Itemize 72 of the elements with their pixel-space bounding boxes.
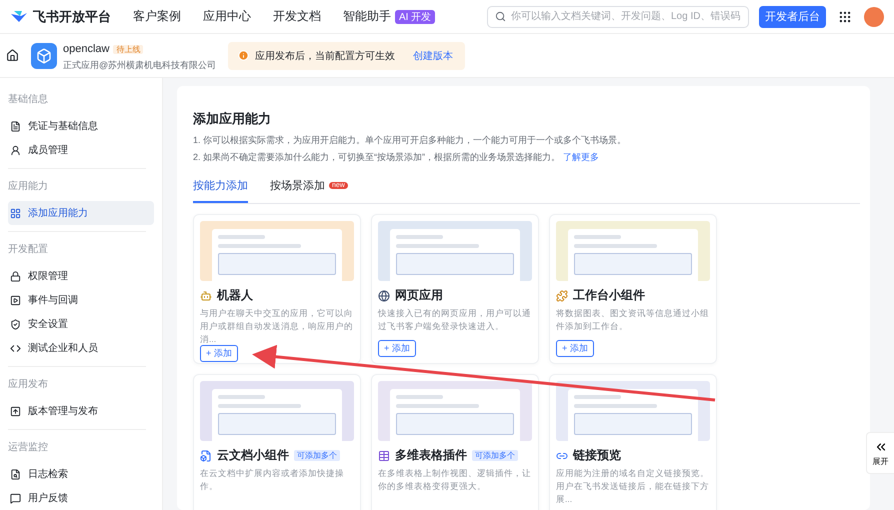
card-title: 机器人 [217, 287, 253, 304]
card-title: 云文档小组件 [217, 447, 289, 464]
tab[interactable]: 按能力添加 [193, 178, 248, 203]
home-icon[interactable] [6, 49, 19, 62]
capability-icon [200, 290, 212, 302]
capability-icon [556, 290, 568, 302]
card-description: 快速接入已有的网页应用，用户可以通过飞书客户端免登录快速进入。 [378, 307, 532, 332]
instruction-text: 1. 你可以根据实际需求，为应用开启能力。单个应用可开启多种能力，一个能力可用于一个或多个飞书场景。 [193, 134, 628, 147]
capability-icon [378, 290, 390, 302]
expand-button[interactable]: 展开 [866, 432, 894, 474]
sidebar-item[interactable]: 权限管理 [8, 264, 154, 288]
capability-icon [200, 450, 212, 462]
sidebar-item-icon [10, 406, 21, 416]
card-title: 链接预览 [573, 447, 621, 464]
ai-badge: AI 开发 [395, 10, 436, 24]
status-badge: 待上线 [113, 45, 144, 54]
sidebar-item-icon [10, 492, 21, 504]
card-description: 与用户在聊天中交互的应用，它可以向用户或群组自动发送消息，响应用户的消... [200, 307, 354, 346]
multi-badge: 可添加多个 [294, 450, 340, 461]
nav-link[interactable]: 智能助手 AI 开发 [343, 8, 436, 25]
sidebar-item[interactable]: 添加应用能力 [8, 201, 154, 225]
add-button[interactable]: + 添加 [556, 340, 594, 357]
sidebar-group-title: 应用发布 [8, 378, 49, 392]
developer-console-button[interactable]: 开发者后台 [759, 6, 826, 28]
nav-link[interactable]: 开发文档 [273, 8, 321, 25]
sidebar-item-icon [10, 318, 21, 330]
card-description: 在多维表格上制作视图、逻辑插件，让你的多维表格变得更强大。 [378, 467, 532, 492]
sidebar-item-icon [10, 342, 21, 354]
sidebar-group-title: 应用能力 [8, 180, 49, 194]
card-title: 工作台小组件 [573, 287, 645, 304]
sidebar-item[interactable]: 版本管理与发布 [8, 399, 154, 423]
logo-icon [10, 10, 28, 24]
sidebar-item-icon [10, 120, 21, 132]
notice-text: 应用发布后，当前配置方可生效 [255, 50, 396, 62]
add-button[interactable]: + 添加 [200, 345, 238, 362]
app-owner: 正式应用@苏州横肃机电科技有限公司 [63, 59, 216, 72]
search-icon [495, 11, 506, 22]
sidebar-group-title: 运营监控 [8, 440, 49, 455]
card-title: 网页应用 [395, 287, 443, 304]
app-grid-icon[interactable] [838, 10, 852, 24]
capability-icon [378, 450, 390, 462]
page-title: 添加应用能力 [193, 110, 272, 128]
sidebar-item[interactable]: 日志检索 [8, 462, 154, 486]
sidebar-item-icon [10, 144, 21, 156]
nav-link[interactable]: 应用中心 [203, 8, 251, 25]
sidebar-item[interactable]: 用户反馈 [8, 486, 154, 510]
avatar[interactable] [864, 6, 884, 26]
app-name: openclaw [63, 43, 110, 55]
card-description: 应用能为注册的域名自定义链接预览。用户在飞书发送链接后，能在链接下方展... [556, 467, 710, 506]
sidebar-item[interactable]: 事件与回调 [8, 288, 154, 312]
nav-link[interactable]: 客户案例 [133, 8, 181, 25]
card-description: 将数据图表、图文资讯等信息通过小组件添加到工作台。 [556, 307, 710, 332]
sidebar-item[interactable]: 安全设置 [8, 312, 154, 336]
app-icon [31, 42, 57, 68]
info-icon [238, 50, 250, 61]
sidebar-item-icon [10, 468, 21, 480]
sidebar-item[interactable]: 测试企业和人员 [8, 336, 154, 360]
add-button[interactable]: + 添加 [378, 340, 416, 357]
sidebar-item-icon [10, 208, 21, 218]
sidebar-item[interactable]: 成员管理 [8, 138, 154, 162]
sidebar-item-icon [10, 294, 21, 306]
learn-more-link[interactable]: 了解更多 [563, 152, 600, 162]
card-title: 多维表格插件 [395, 447, 467, 464]
sidebar-item[interactable]: 凭证与基础信息 [8, 114, 154, 138]
create-version-link[interactable]: 创建版本 [413, 48, 454, 62]
sidebar-group-title: 开发配置 [8, 242, 49, 257]
card-description: 在云文档中扩展内容或者添加快捷操作。 [200, 467, 345, 492]
sidebar-item-icon [10, 270, 21, 282]
instruction-text: 2. 如果尚不确定需要添加什么能力，可切换至“按场景添加”，根据所需的业务场景选择能力。 了解更多 [193, 151, 600, 164]
brand-name: 飞书开放平台 [33, 8, 111, 26]
multi-badge: 可添加多个 [472, 450, 518, 461]
sidebar-group-title: 基础信息 [8, 92, 49, 107]
